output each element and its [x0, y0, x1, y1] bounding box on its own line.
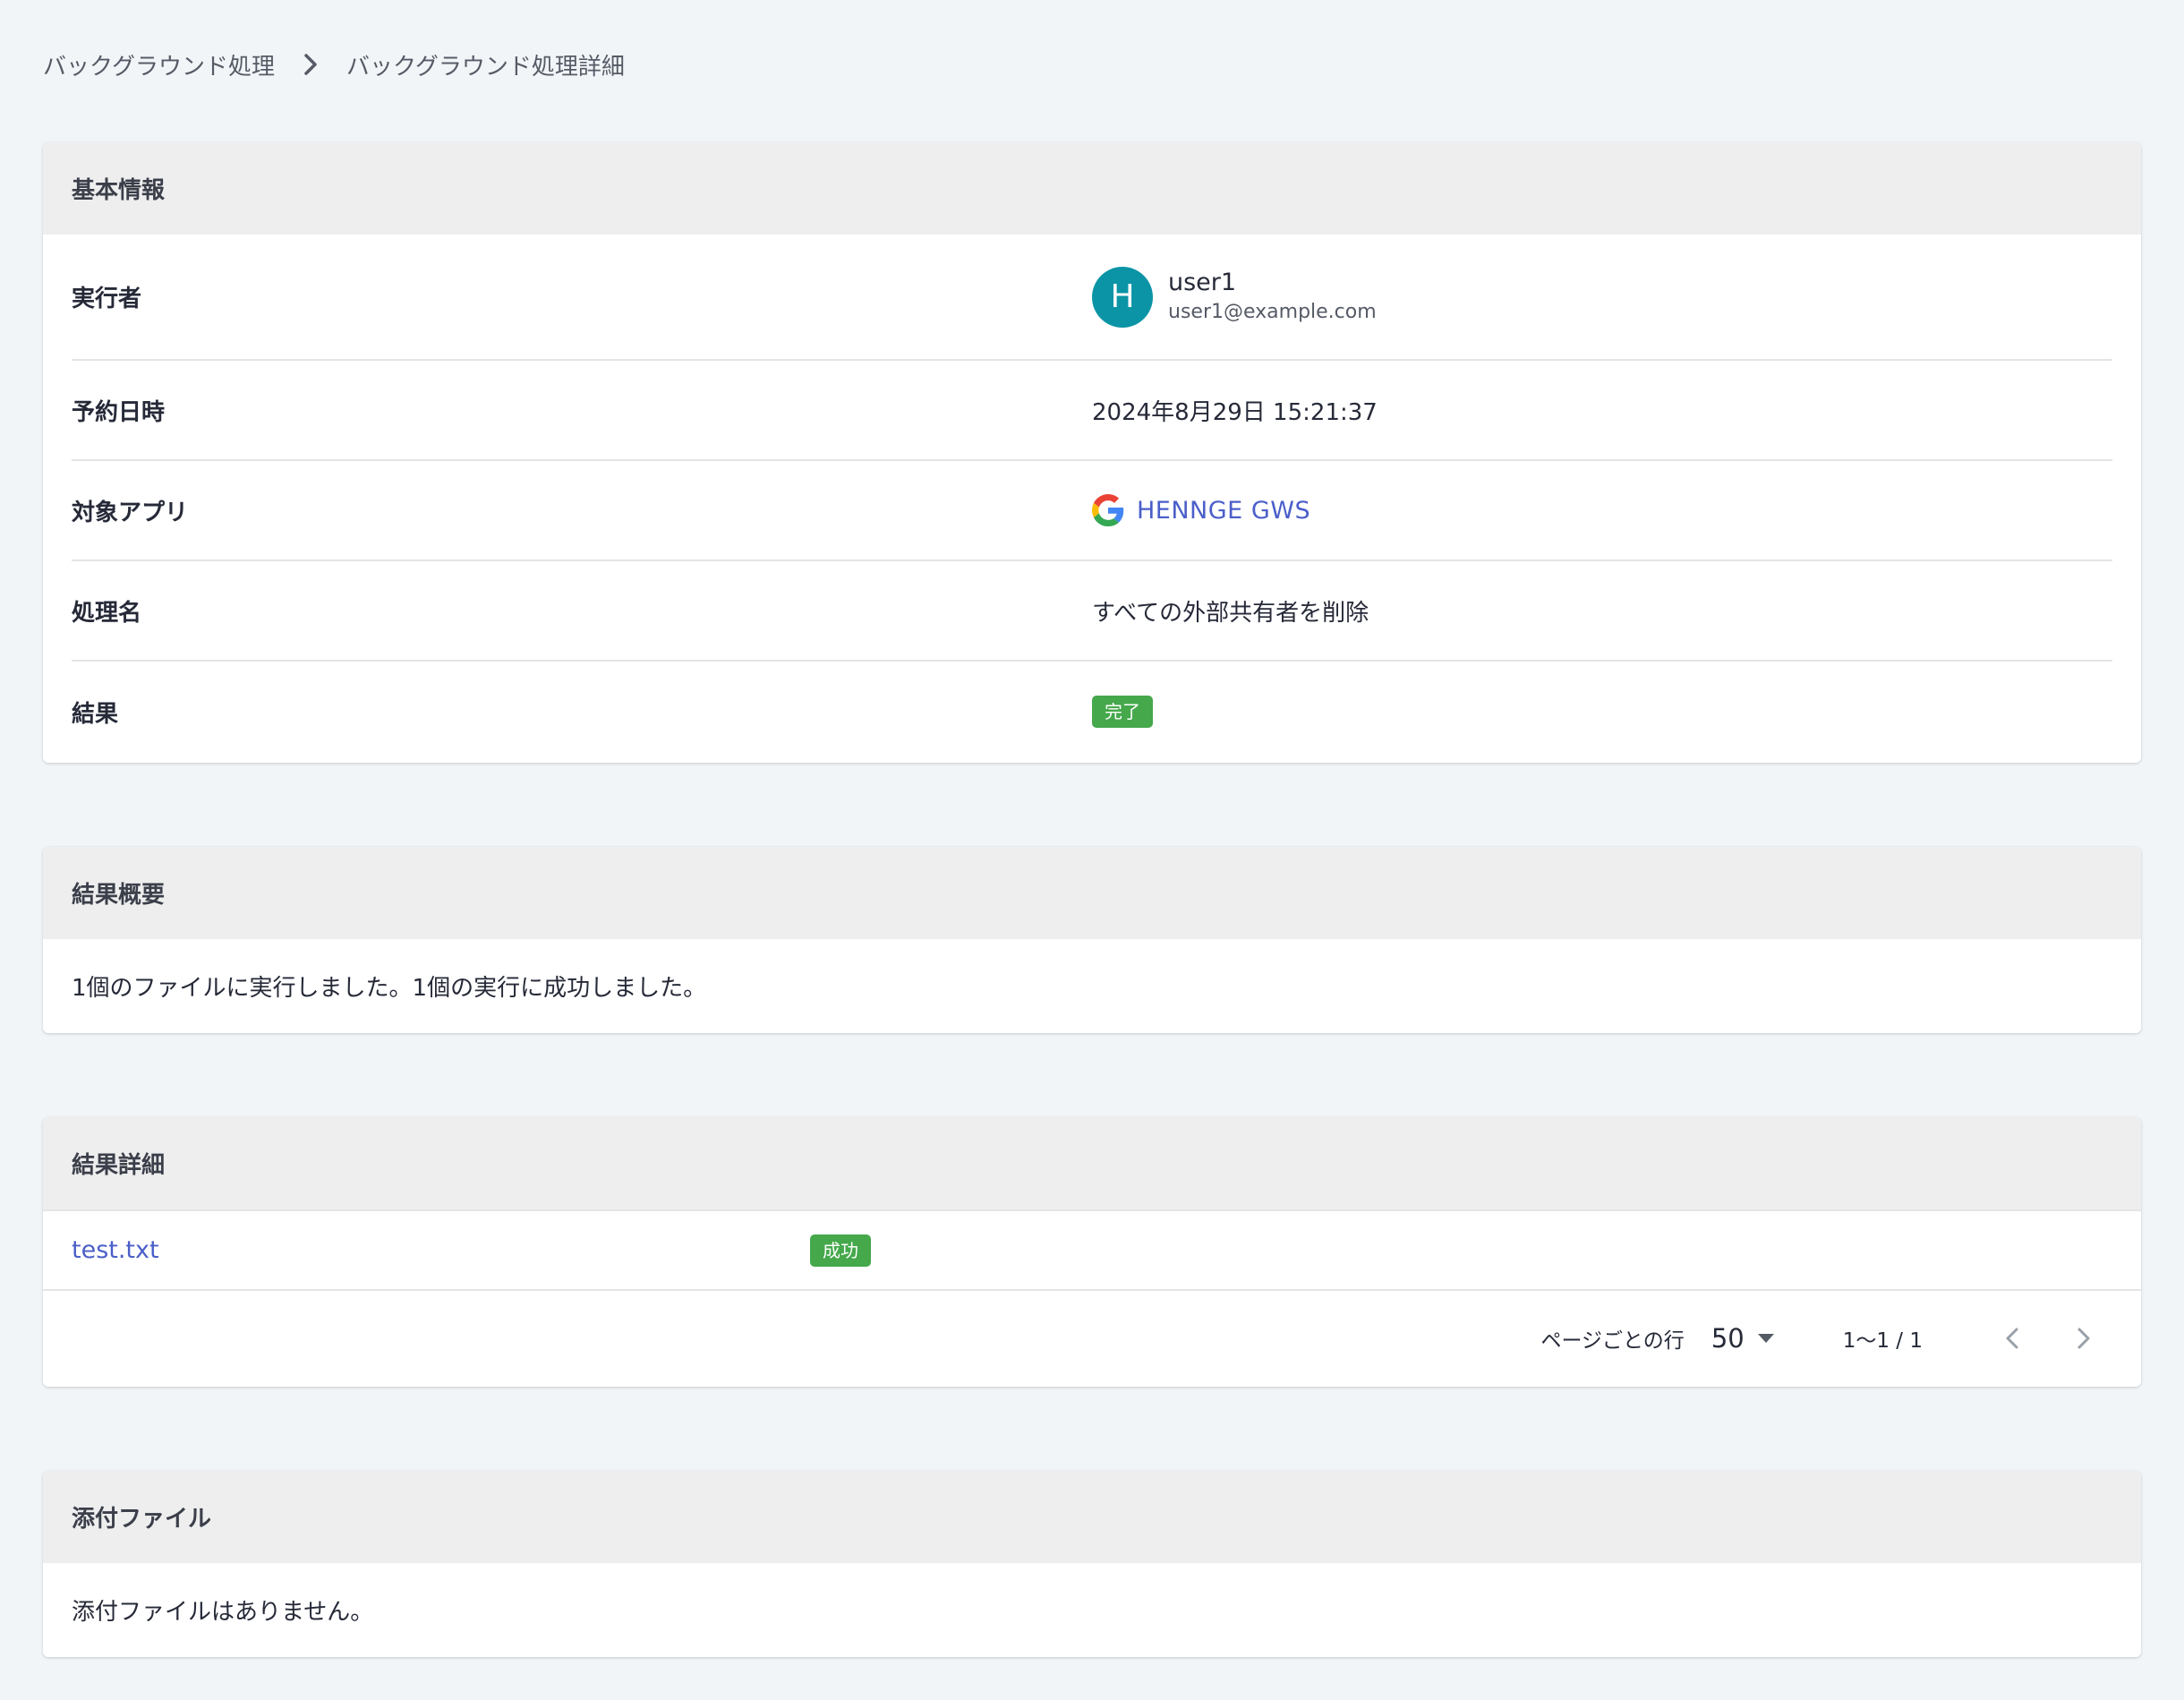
- breadcrumb-parent-link[interactable]: バックグラウンド処理: [43, 48, 275, 81]
- google-icon: [1092, 494, 1124, 526]
- status-badge: 成功: [810, 1234, 871, 1267]
- target-app-name: HENNGE GWS: [1137, 496, 1311, 525]
- page: バックグラウンド処理 バックグラウンド処理詳細 基本情報 実行者 H user1…: [0, 0, 2184, 1700]
- pagination: ページごとの行 50 1〜1 / 1: [43, 1291, 2141, 1385]
- target-app-label: 対象アプリ: [72, 499, 189, 526]
- status-badge: 完了: [1092, 696, 1153, 728]
- chevron-right-icon: [275, 53, 346, 76]
- attachments-text: 添付ファイルはありません。: [72, 1599, 374, 1626]
- summary-card: 結果概要 1個のファイルに実行しました。1個の実行に成功しました。: [43, 847, 2141, 1033]
- page-range: 1〜1 / 1: [1842, 1328, 1923, 1353]
- previous-page-button[interactable]: [1976, 1311, 2048, 1365]
- details-header: 結果詳細: [43, 1117, 2141, 1209]
- scheduled-value: 2024年8月29日 15:21:37: [1092, 398, 1378, 426]
- breadcrumb: バックグラウンド処理 バックグラウンド処理詳細: [43, 45, 625, 84]
- target-app-link[interactable]: HENNGE GWS: [1092, 494, 1310, 526]
- target-app-row: 対象アプリ HENNGE GWS: [72, 461, 2112, 561]
- details-card: 結果詳細 test.txt 成功 ページごとの行 50 1〜1 / 1: [43, 1117, 2141, 1387]
- avatar: H: [1092, 266, 1153, 328]
- result-label: 結果: [72, 700, 119, 728]
- rows-per-page-value: 50: [1711, 1322, 1745, 1354]
- process-row: 処理名 すべての外部共有者を削除: [72, 561, 2112, 662]
- scheduled-label: 予約日時: [72, 398, 166, 426]
- breadcrumb-current: バックグラウンド処理詳細: [346, 53, 625, 81]
- basic-info-table: 実行者 H user1 user1@example.com 予約日時 2024年…: [43, 235, 2141, 762]
- user-name: user1: [1168, 268, 1237, 296]
- file-link[interactable]: test.txt: [72, 1236, 810, 1264]
- table-row: test.txt 成功: [43, 1209, 2141, 1291]
- scheduled-row: 予約日時 2024年8月29日 15:21:37: [72, 361, 2112, 461]
- next-page-button[interactable]: [2048, 1311, 2120, 1365]
- summary-header: 結果概要: [43, 847, 2141, 939]
- caret-down-icon: [1757, 1333, 1774, 1343]
- basic-info-card: 基本情報 実行者 H user1 user1@example.com 予約日時 …: [43, 142, 2141, 763]
- rows-per-page-label: ページごとの行: [1540, 1328, 1685, 1353]
- process-label: 処理名: [72, 599, 142, 627]
- chevron-right-icon: [2077, 1328, 2090, 1348]
- user-email: user1@example.com: [1168, 300, 1377, 323]
- rows-per-page-select[interactable]: 50: [1711, 1323, 1775, 1354]
- result-value: 完了: [1092, 696, 2112, 728]
- executor-label: 実行者: [72, 286, 142, 312]
- summary-text: 1個のファイルに実行しました。1個の実行に成功しました。: [72, 975, 707, 1002]
- basic-info-header: 基本情報: [43, 142, 2141, 235]
- attachments-card: 添付ファイル 添付ファイルはありません。: [43, 1471, 2141, 1657]
- process-value: すべての外部共有者を削除: [1092, 599, 1369, 627]
- target-app-value: HENNGE GWS: [1092, 494, 2112, 526]
- attachments-header: 添付ファイル: [43, 1471, 2141, 1563]
- executor-value: H user1 user1@example.com: [1092, 266, 2112, 328]
- result-row: 結果 完了: [72, 662, 2112, 762]
- user-block: user1 user1@example.com: [1168, 268, 1377, 327]
- executor-row: 実行者 H user1 user1@example.com: [72, 235, 2112, 361]
- chevron-left-icon: [2006, 1328, 2018, 1348]
